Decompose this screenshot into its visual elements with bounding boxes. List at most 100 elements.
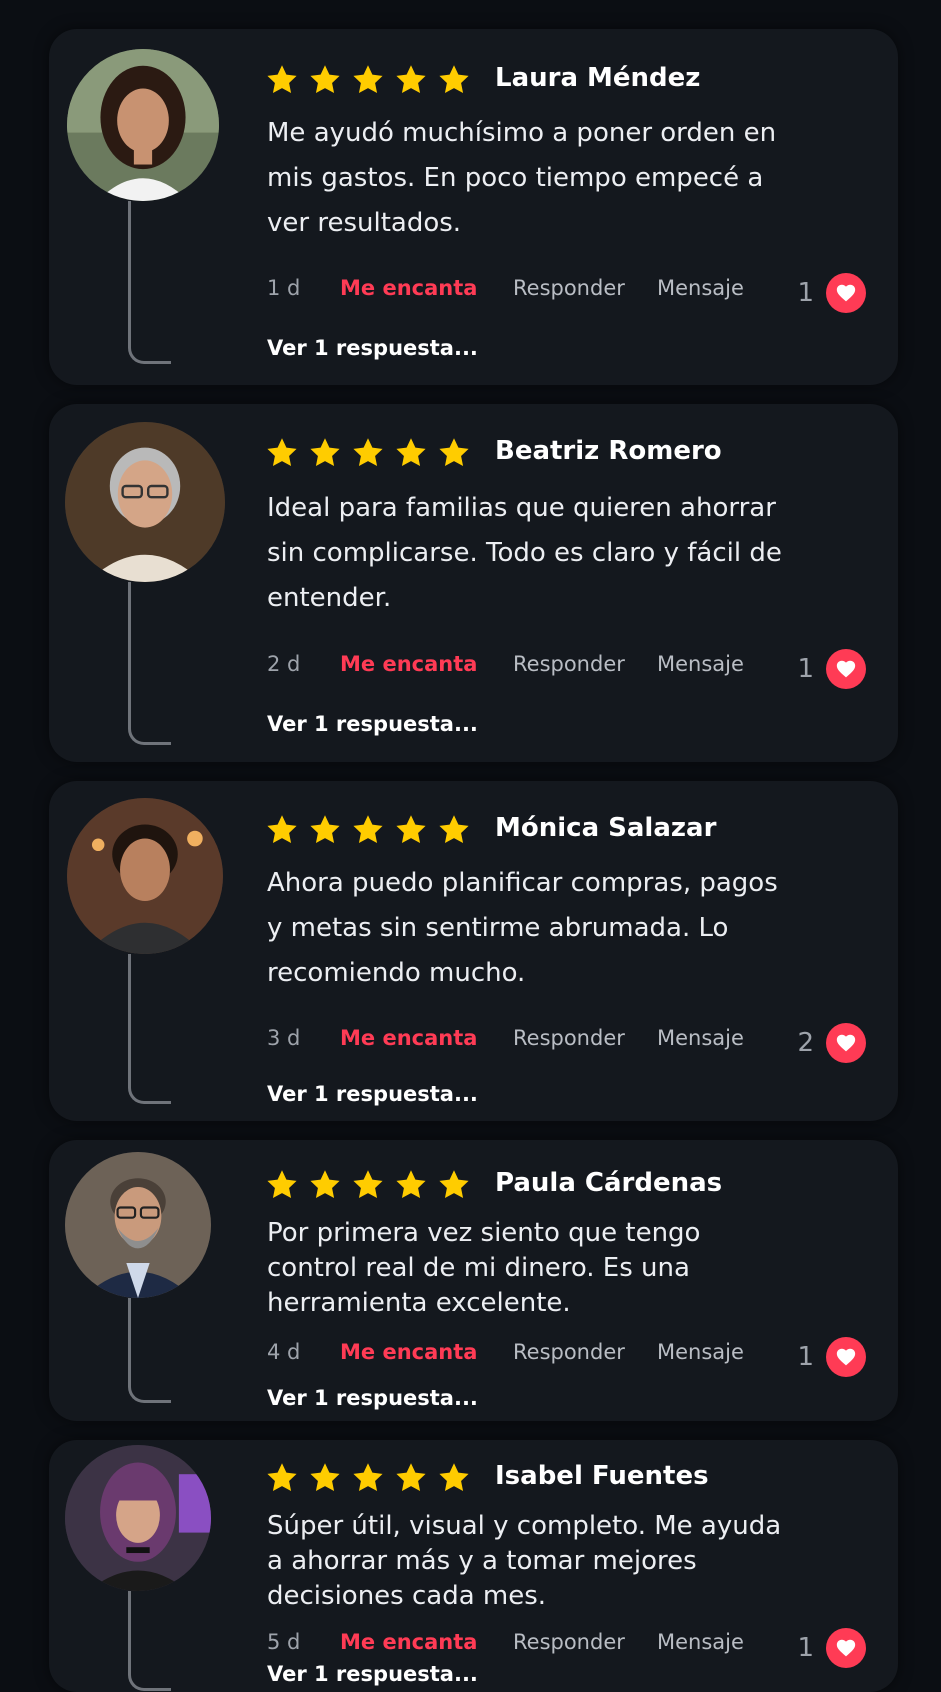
user-photo-icon (67, 798, 223, 954)
star-icon (265, 1461, 299, 1495)
review-actions: 2 d Me encanta Responder Mensaje (267, 652, 744, 676)
star-icon (437, 813, 471, 847)
review-actions: 4 d Me encanta Responder Mensaje (267, 1340, 744, 1364)
message-button[interactable]: Mensaje (657, 1026, 744, 1050)
love-button[interactable]: Me encanta (340, 276, 513, 300)
rating-stars (265, 1168, 471, 1202)
like-count: 2 (797, 1028, 814, 1058)
review-text: Me ayudó muchísimo a poner orden en mis … (267, 118, 777, 238)
star-icon (394, 1168, 428, 1202)
star-icon (265, 63, 299, 97)
view-replies-link[interactable]: Ver 1 respuesta... (267, 1082, 478, 1106)
heart-icon[interactable] (826, 1023, 866, 1063)
review-actions: 3 d Me encanta Responder Mensaje (267, 1026, 744, 1050)
user-photo-icon (65, 1152, 211, 1298)
rating-stars (265, 436, 471, 470)
like-counter: 1 (797, 1628, 866, 1668)
review-time: 4 d (267, 1340, 301, 1364)
heart-icon[interactable] (826, 1337, 866, 1377)
heart-icon[interactable] (826, 649, 866, 689)
reply-button[interactable]: Responder (513, 1026, 657, 1050)
star-icon (351, 63, 385, 97)
user-photo-icon (67, 49, 219, 201)
star-icon (308, 63, 342, 97)
review-text: Ideal para familias que quieren ahorrar … (267, 493, 782, 613)
star-icon (437, 1461, 471, 1495)
reply-button[interactable]: Responder (513, 276, 657, 300)
message-button[interactable]: Mensaje (657, 652, 744, 676)
avatar[interactable] (65, 1445, 211, 1591)
star-icon (394, 436, 428, 470)
like-count: 1 (797, 654, 814, 684)
view-replies-link[interactable]: Ver 1 respuesta... (267, 712, 478, 736)
review-actions: 5 d Me encanta Responder Mensaje (267, 1630, 744, 1654)
avatar[interactable] (65, 422, 225, 582)
star-icon (437, 1168, 471, 1202)
message-button[interactable]: Mensaje (657, 1630, 744, 1654)
star-icon (351, 1168, 385, 1202)
like-counter: 1 (797, 649, 866, 689)
reply-thread-line (128, 582, 171, 745)
reply-button[interactable]: Responder (513, 1340, 657, 1364)
like-counter: 2 (797, 1023, 866, 1063)
reply-thread-line (128, 1591, 171, 1691)
like-count: 1 (797, 1342, 814, 1372)
like-counter: 1 (797, 1337, 866, 1377)
review-time: 5 d (267, 1630, 301, 1654)
review-time: 1 d (267, 276, 301, 300)
star-icon (351, 1461, 385, 1495)
love-button[interactable]: Me encanta (340, 1630, 513, 1654)
review-card: Paula Cárdenas Por primera vez siento qu… (49, 1140, 898, 1421)
message-button[interactable]: Mensaje (657, 276, 744, 300)
review-actions: 1 d Me encanta Responder Mensaje (267, 276, 744, 300)
review-text: Súper útil, visual y completo. Me ayuda … (267, 1511, 782, 1611)
avatar[interactable] (67, 49, 219, 201)
like-count: 1 (797, 1633, 814, 1663)
star-icon (308, 436, 342, 470)
review-time: 2 d (267, 652, 301, 676)
star-icon (394, 1461, 428, 1495)
star-icon (308, 1461, 342, 1495)
reply-button[interactable]: Responder (513, 1630, 657, 1654)
like-count: 1 (797, 278, 814, 308)
star-icon (265, 813, 299, 847)
reply-thread-line (128, 954, 171, 1104)
reply-button[interactable]: Responder (513, 652, 657, 676)
star-icon (265, 436, 299, 470)
reviewer-name[interactable]: Laura Méndez (495, 63, 700, 93)
avatar[interactable] (65, 1152, 211, 1298)
user-photo-icon (65, 1445, 211, 1591)
view-replies-link[interactable]: Ver 1 respuesta... (267, 336, 478, 360)
review-text: Ahora puedo planificar compras, pagos y … (267, 868, 778, 988)
review-text: Por primera vez siento que tengo control… (267, 1218, 701, 1318)
love-button[interactable]: Me encanta (340, 1340, 513, 1364)
reply-thread-line (128, 201, 171, 364)
review-card: Isabel Fuentes Súper útil, visual y comp… (49, 1440, 898, 1692)
review-time: 3 d (267, 1026, 301, 1050)
message-button[interactable]: Mensaje (657, 1340, 744, 1364)
view-replies-link[interactable]: Ver 1 respuesta... (267, 1662, 478, 1686)
reviewer-name[interactable]: Paula Cárdenas (495, 1168, 722, 1198)
reviewer-name[interactable]: Beatriz Romero (495, 436, 722, 466)
reply-thread-line (128, 1298, 171, 1403)
heart-icon[interactable] (826, 273, 866, 313)
love-button[interactable]: Me encanta (340, 1026, 513, 1050)
avatar[interactable] (67, 798, 223, 954)
reviewer-name[interactable]: Isabel Fuentes (495, 1461, 709, 1491)
star-icon (437, 436, 471, 470)
star-icon (265, 1168, 299, 1202)
star-icon (351, 436, 385, 470)
rating-stars (265, 813, 471, 847)
love-button[interactable]: Me encanta (340, 652, 513, 676)
star-icon (437, 63, 471, 97)
star-icon (308, 813, 342, 847)
review-card: Laura Méndez Me ayudó muchísimo a poner … (49, 29, 898, 385)
heart-icon[interactable] (826, 1628, 866, 1668)
star-icon (351, 813, 385, 847)
view-replies-link[interactable]: Ver 1 respuesta... (267, 1386, 478, 1410)
user-photo-icon (65, 422, 225, 582)
star-icon (308, 1168, 342, 1202)
review-card: Beatriz Romero Ideal para familias que q… (49, 404, 898, 762)
review-card: Mónica Salazar Ahora puedo planificar co… (49, 781, 898, 1121)
reviewer-name[interactable]: Mónica Salazar (495, 813, 716, 843)
